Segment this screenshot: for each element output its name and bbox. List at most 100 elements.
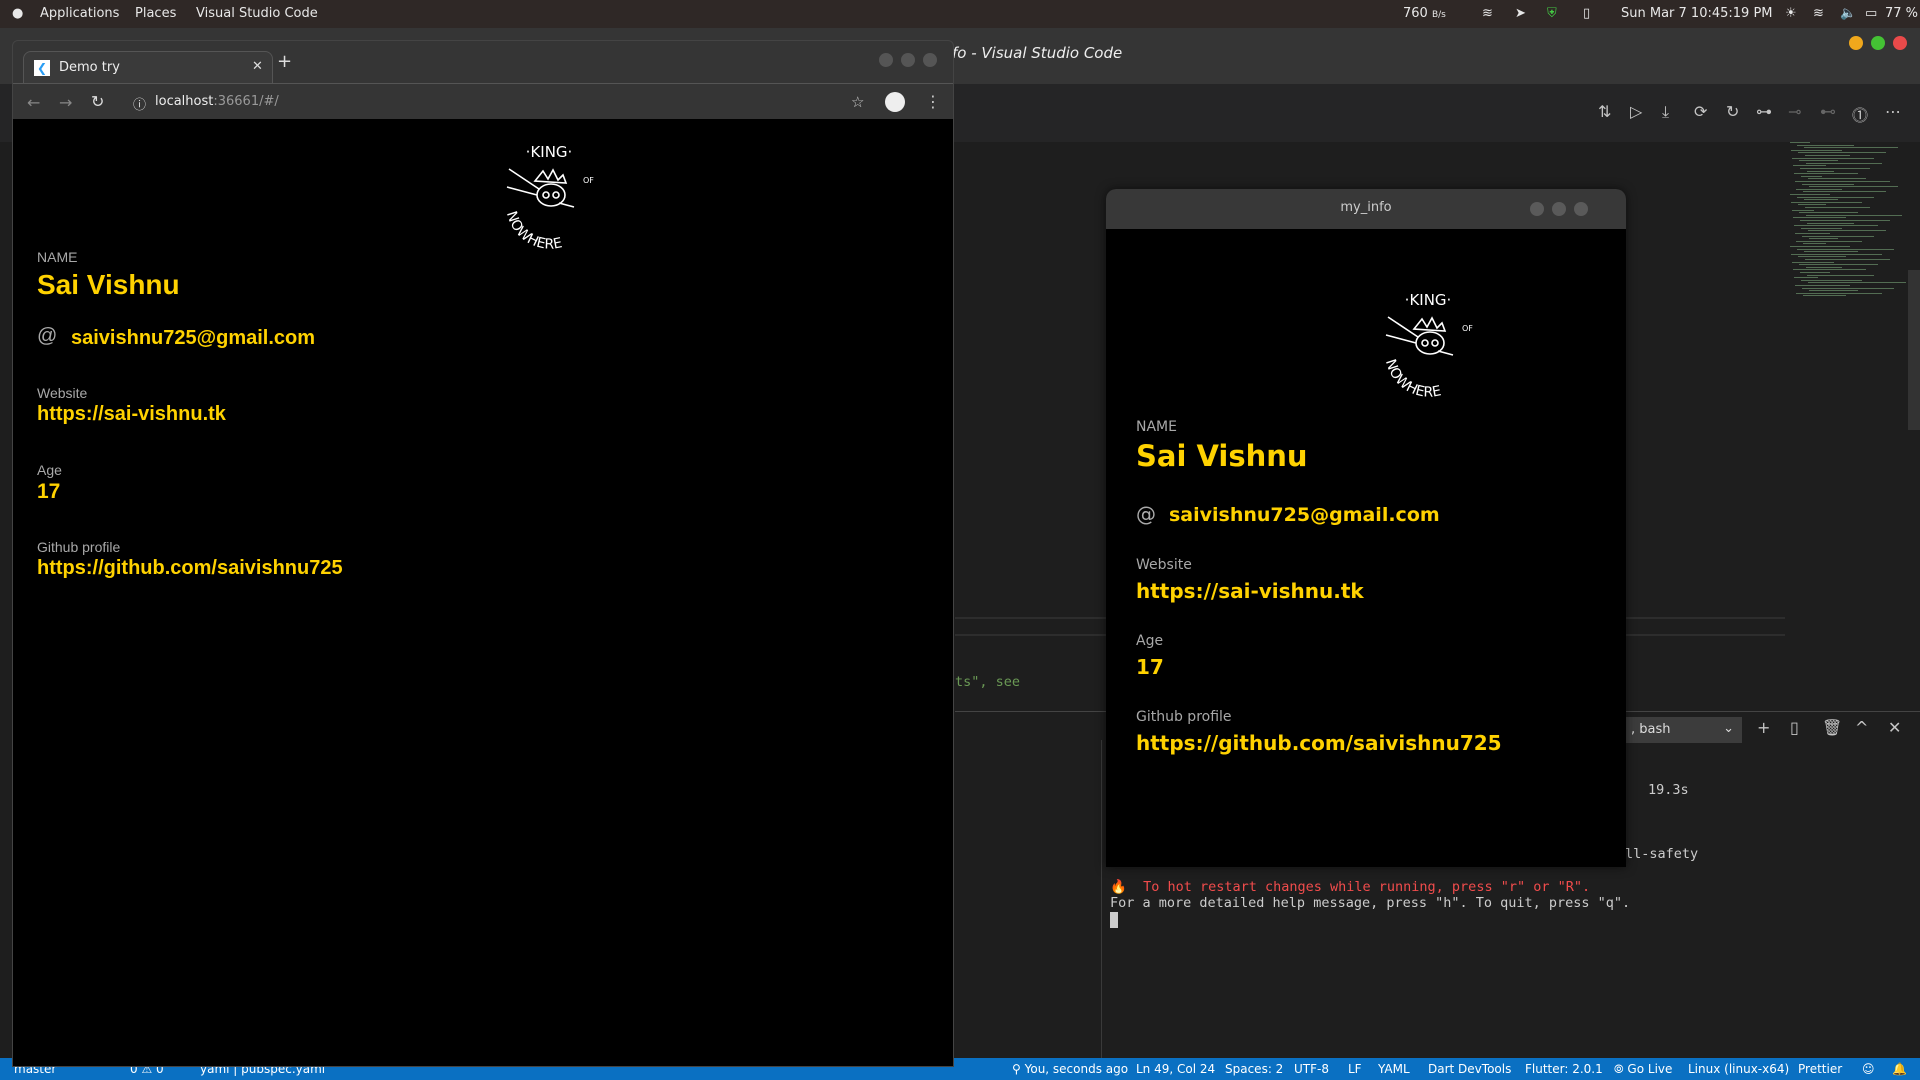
forward-icon[interactable]: → <box>59 93 72 112</box>
bell-icon[interactable]: 🔔 <box>1892 1062 1907 1076</box>
maximize-panel-icon[interactable]: ^ <box>1855 718 1868 737</box>
minimap-line <box>1793 217 1846 219</box>
website-link[interactable]: https://sai-vishnu.tk <box>1136 579 1364 603</box>
bookmark-star-icon[interactable]: ☆ <box>851 93 864 111</box>
brightness-icon[interactable]: ☀ <box>1785 6 1797 21</box>
split-terminal-icon[interactable]: ▯ <box>1790 718 1799 737</box>
history-icon[interactable]: ↻ <box>1726 102 1739 121</box>
back-icon[interactable]: ← <box>27 93 40 112</box>
tab-demo-try[interactable]: ❮ Demo try ✕ <box>23 51 273 84</box>
sync-icon[interactable]: ⟳ <box>1694 102 1707 121</box>
profile-avatar-icon[interactable] <box>885 92 905 112</box>
minimap-line <box>1807 170 1834 172</box>
menu-applications[interactable]: Applications <box>40 6 119 21</box>
commit-icon[interactable]: ⊸ <box>1788 102 1801 121</box>
web-app-content: ·KING· OF NOWHERE NAME Sai Vishnu @ saiv… <box>13 119 953 1066</box>
dart-devtools[interactable]: Dart DevTools <box>1428 1062 1511 1076</box>
encoding[interactable]: UTF-8 <box>1294 1062 1329 1076</box>
run-icon[interactable]: ▷ <box>1630 102 1642 121</box>
minimap-line <box>1794 173 1858 175</box>
reload-icon[interactable]: ↻ <box>91 92 104 111</box>
minimap-line <box>1793 165 1826 167</box>
name-label: NAME <box>1136 419 1177 435</box>
at-icon: @ <box>37 325 58 347</box>
scrollbar[interactable] <box>1908 270 1920 430</box>
close-tab-icon[interactable]: ✕ <box>252 59 263 74</box>
email-link[interactable]: saivishnu725@gmail.com <box>71 327 315 350</box>
window-title: my_info <box>1340 200 1392 215</box>
indentation[interactable]: Spaces: 2 <box>1225 1062 1283 1076</box>
go-live[interactable]: ⦾ Go Live <box>1614 1062 1672 1077</box>
minimap-line <box>1808 282 1906 284</box>
close-button[interactable] <box>1574 202 1588 216</box>
clipboard-icon[interactable]: ▯ <box>1583 6 1590 21</box>
eol[interactable]: LF <box>1348 1062 1362 1076</box>
prettier[interactable]: Prettier <box>1798 1062 1842 1076</box>
terminal-cursor[interactable] <box>1110 912 1118 928</box>
git-blame[interactable]: ⚲ You, seconds ago <box>1012 1062 1128 1076</box>
terminal-hot-restart: 🔥 To hot restart changes while running, … <box>1110 879 1591 895</box>
flutter-favicon-icon: ❮ <box>34 60 50 76</box>
minimap-line <box>1791 253 1882 255</box>
git-graph-icon[interactable]: ⓵ <box>1852 102 1868 126</box>
king-of-nowhere-logo: ·KING· OF NOWHERE <box>503 143 594 253</box>
minimap-line <box>1791 201 1862 203</box>
telegram-icon[interactable]: ➤ <box>1515 6 1526 21</box>
info-icon[interactable]: ⓘ <box>133 94 146 113</box>
minimap-line <box>1805 207 1870 208</box>
commit-next-icon[interactable]: ⊷ <box>1820 102 1836 121</box>
url-input[interactable]: localhost:36661/#/ <box>155 94 279 109</box>
datetime[interactable]: Sun Mar 7 10:45:19 PM <box>1621 6 1773 21</box>
maximize-button[interactable] <box>1871 36 1885 50</box>
trash-icon[interactable]: 🗑 <box>1822 718 1842 737</box>
menu-vscode[interactable]: Visual Studio Code <box>196 6 318 21</box>
minimap-line <box>1801 227 1842 229</box>
name-value: Sai Vishnu <box>37 269 180 300</box>
minimap-line <box>1795 285 1850 286</box>
compare-icon[interactable]: ⇅ <box>1598 102 1611 121</box>
minimap-line <box>1799 264 1878 266</box>
window-button[interactable] <box>923 53 937 67</box>
minimap-line <box>1792 209 1814 211</box>
window-button[interactable] <box>901 53 915 67</box>
svg-text:NOWHERE: NOWHERE <box>503 209 564 252</box>
device[interactable]: Linux (linux-x64) <box>1688 1062 1789 1076</box>
minimize-button[interactable] <box>1849 36 1863 50</box>
feedback-icon[interactable]: ☺ <box>1862 1062 1875 1076</box>
language-mode[interactable]: YAML <box>1378 1062 1410 1076</box>
website-link[interactable]: https://sai-vishnu.tk <box>37 403 226 426</box>
new-tab-button[interactable]: + <box>277 51 292 72</box>
close-panel-icon[interactable]: ✕ <box>1888 718 1901 737</box>
menu-places[interactable]: Places <box>135 6 176 21</box>
commit-prev-icon[interactable]: ⊶ <box>1756 102 1772 121</box>
battery-icon[interactable]: ▭ <box>1865 6 1877 21</box>
minimap[interactable] <box>1790 142 1906 302</box>
terminal-select[interactable]: , bash ⌄ <box>1625 717 1742 743</box>
github-link[interactable]: https://github.com/saivishnu725 <box>37 557 343 580</box>
download-icon[interactable]: ⤓ <box>1662 102 1669 122</box>
minimap-line <box>1808 230 1886 232</box>
maximize-button[interactable] <box>1552 202 1566 216</box>
apple-icon[interactable]: ● <box>12 6 23 21</box>
minimap-line <box>1797 248 1894 250</box>
cursor-position[interactable]: Ln 49, Col 24 <box>1136 1062 1215 1076</box>
volume-icon[interactable]: 🔈 <box>1840 6 1856 21</box>
email-link[interactable]: saivishnu725@gmail.com <box>1169 504 1440 526</box>
flutter-version[interactable]: Flutter: 2.0.1 <box>1525 1062 1603 1076</box>
minimap-line <box>1806 266 1842 268</box>
battery-percent: 77 % <box>1885 6 1919 21</box>
system-menubar: ● Applications Places Visual Studio Code… <box>0 0 1920 28</box>
close-button[interactable] <box>1893 36 1907 50</box>
wifi-status-icon[interactable]: ≋ <box>1813 6 1824 21</box>
shield-icon[interactable]: ⛨ <box>1547 6 1557 21</box>
chevron-down-icon: ⌄ <box>1723 721 1734 736</box>
wifi-icon[interactable]: ≋ <box>1482 6 1493 21</box>
minimap-line <box>1807 222 1854 224</box>
my-info-titlebar[interactable]: my_info <box>1106 189 1626 229</box>
github-link[interactable]: https://github.com/saivishnu725 <box>1136 731 1502 755</box>
menu-kebab-icon[interactable]: ⋮ <box>925 92 941 111</box>
minimize-button[interactable] <box>1530 202 1544 216</box>
new-terminal-icon[interactable]: + <box>1757 718 1770 737</box>
window-button[interactable] <box>879 53 893 67</box>
more-icon[interactable]: ⋯ <box>1885 102 1901 121</box>
